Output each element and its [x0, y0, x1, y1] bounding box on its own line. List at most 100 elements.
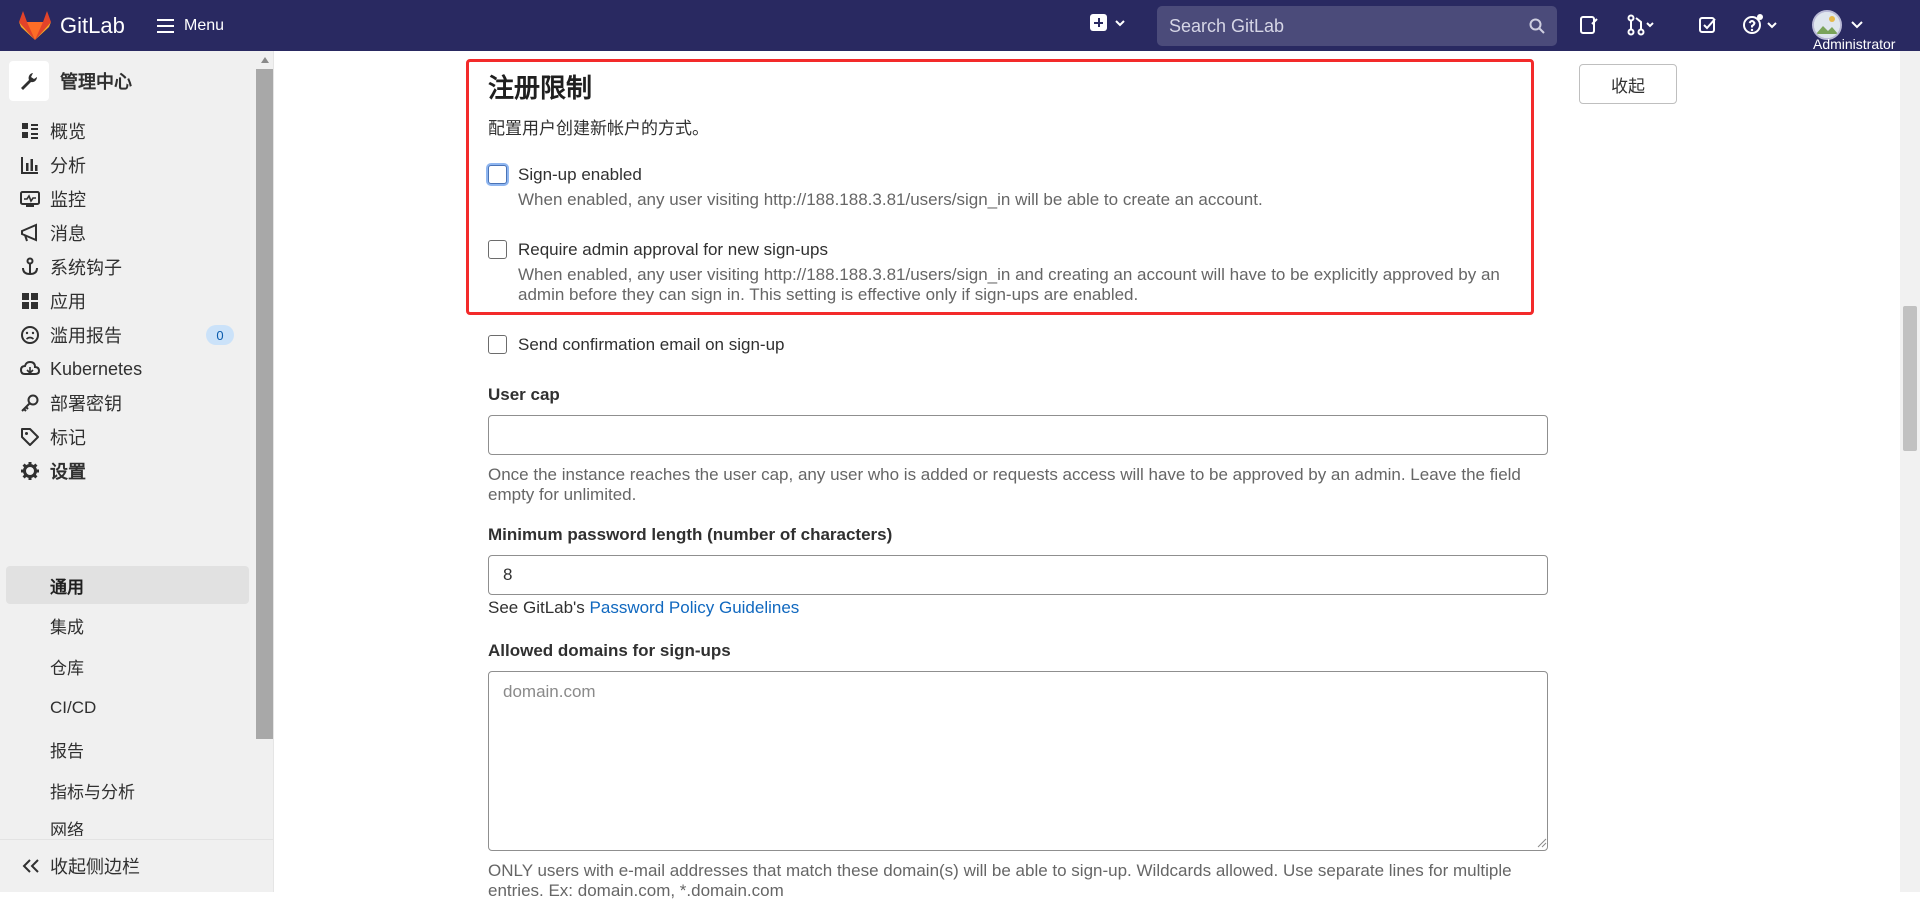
kubernetes-icon — [20, 360, 40, 375]
key-icon — [21, 394, 39, 412]
sidebar-subitem-metrics[interactable]: 指标与分析 — [6, 771, 249, 809]
double-chevron-left-icon — [22, 859, 39, 873]
min-password-help-prefix: See GitLab's — [488, 598, 590, 617]
messages-icon — [21, 223, 37, 242]
collapse-sidebar-label: 收起侧边栏 — [50, 857, 140, 877]
sidebar-item-abuse-reports[interactable]: 滥用报告 0 — [6, 316, 249, 354]
sidebar-item-applications[interactable]: 应用 — [6, 282, 249, 320]
plus-icon — [1090, 14, 1107, 31]
sidebar-subitem-reports[interactable]: 报告 — [6, 730, 249, 768]
allowed-domains-textarea[interactable] — [488, 671, 1548, 851]
sidebar-header[interactable]: 管理中心 — [9, 61, 132, 101]
allowed-domains-help-line1: ONLY users with e-mail addresses that ma… — [488, 861, 1512, 880]
sidebar-item-system-hooks[interactable]: 系统钩子 — [6, 248, 249, 286]
admin-area-icon — [9, 61, 49, 101]
resize-grip-icon[interactable] — [1537, 838, 1547, 848]
sidebar-subitem-label: 指标与分析 — [50, 782, 135, 802]
label-icon — [21, 428, 39, 446]
confirmation-email-checkbox[interactable] — [488, 335, 507, 354]
sidebar-item-label: 设置 — [50, 462, 86, 482]
sidebar-scrollbar-thumb[interactable] — [256, 69, 273, 739]
search-icon[interactable] — [1529, 18, 1545, 34]
menu-label: Menu — [184, 17, 225, 34]
merge-requests-icon[interactable] — [1626, 14, 1654, 36]
signup-enabled-label[interactable]: Sign-up enabled — [518, 165, 642, 185]
user-cap-help-line1: Once the instance reaches the user cap, … — [488, 465, 1521, 484]
sidebar-item-label: 监控 — [50, 190, 86, 210]
sidebar-item-label: Kubernetes — [50, 358, 143, 379]
sidebar-subitem-label: 仓库 — [50, 658, 84, 678]
sidebar-subitem-general[interactable]: 通用 — [6, 566, 249, 604]
applications-icon — [22, 293, 38, 309]
admin-approval-checkbox[interactable] — [488, 240, 507, 259]
admin-approval-help-line2: admin before they can sign in. This sett… — [518, 285, 1139, 304]
sidebar-item-label: 分析 — [50, 156, 86, 176]
sidebar-subitem-repository[interactable]: 仓库 — [6, 647, 249, 685]
sidebar-subitem-label: 报告 — [50, 741, 84, 761]
chevron-down-icon — [1115, 19, 1125, 26]
analytics-icon — [21, 157, 38, 174]
user-cap-help-line2: empty for unlimited. — [488, 485, 637, 504]
abuse-reports-icon — [21, 326, 39, 344]
sidebar-item-deploy-keys[interactable]: 部署密钥 — [6, 384, 249, 422]
section-title: 注册限制 — [488, 73, 593, 103]
user-avatar-icon — [1814, 12, 1840, 38]
user-cap-label: User cap — [488, 385, 560, 404]
signup-enabled-checkbox[interactable] — [488, 165, 507, 184]
sidebar-item-label: 应用 — [50, 292, 86, 312]
user-menu-chevron-icon[interactable] — [1851, 20, 1863, 30]
sidebar-subitem-label: CI/CD — [50, 698, 97, 717]
sidebar-item-analytics[interactable]: 分析 — [6, 146, 249, 184]
section-collapse-button[interactable]: 收起 — [1579, 64, 1677, 104]
sidebar-item-monitor[interactable]: 监控 — [6, 180, 249, 218]
min-password-label: Minimum password length (number of chara… — [488, 525, 893, 544]
collapse-sidebar-button[interactable]: 收起侧边栏 — [0, 839, 273, 892]
issues-icon[interactable] — [1578, 14, 1600, 36]
min-password-help: See GitLab's Password Policy Guidelines — [488, 598, 799, 618]
min-password-input[interactable] — [488, 555, 1548, 595]
hamburger-icon — [157, 19, 174, 33]
todo-icon[interactable] — [1697, 14, 1719, 36]
search-input[interactable] — [1157, 6, 1517, 46]
sidebar-item-settings[interactable]: 设置 — [6, 452, 249, 490]
sidebar-subitem-cicd[interactable]: CI/CD — [6, 689, 249, 727]
sidebar-item-label: 部署密钥 — [50, 394, 122, 414]
allowed-domains-label: Allowed domains for sign-ups — [488, 641, 731, 660]
sidebar-item-labels[interactable]: 标记 — [6, 418, 249, 456]
sidebar-item-label: 标记 — [50, 428, 86, 448]
allowed-domains-help-line2: entries. Ex: domain.com, *.domain.com — [488, 881, 784, 900]
sidebar: 管理中心 概览 分析 监控 消息 系统钩子 应用 滥用报告 0 Kubernet… — [0, 51, 274, 892]
page-scrollbar-thumb[interactable] — [1903, 306, 1917, 451]
menu-button[interactable]: Menu — [157, 13, 224, 39]
brand-name[interactable]: GitLab — [60, 13, 125, 39]
page-scrollbar[interactable] — [1900, 51, 1920, 892]
hook-icon — [22, 257, 38, 276]
sidebar-item-overview[interactable]: 概览 — [6, 112, 249, 150]
sidebar-subitem-integrations[interactable]: 集成 — [6, 606, 249, 644]
sidebar-item-kubernetes[interactable]: Kubernetes — [6, 350, 249, 388]
sidebar-item-messages[interactable]: 消息 — [6, 214, 249, 252]
settings-icon — [21, 462, 39, 480]
monitor-icon — [20, 191, 40, 207]
sidebar-scrollbar[interactable] — [256, 69, 273, 789]
new-dropdown-button[interactable] — [1090, 14, 1125, 31]
user-cap-input[interactable] — [488, 415, 1548, 455]
sidebar-item-label: 概览 — [50, 122, 86, 142]
help-icon[interactable] — [1742, 14, 1780, 36]
abuse-reports-count-badge: 0 — [206, 325, 234, 345]
sidebar-item-label: 消息 — [50, 224, 86, 244]
sidebar-subitem-label: 网络 — [50, 821, 84, 836]
signup-enabled-help: When enabled, any user visiting http://1… — [518, 190, 1263, 209]
sidebar-scroll-up-arrow-icon[interactable] — [261, 57, 269, 63]
overview-icon — [22, 123, 38, 139]
admin-approval-label[interactable]: Require admin approval for new sign-ups — [518, 240, 828, 260]
sidebar-item-label: 滥用报告 — [50, 326, 122, 346]
sidebar-subitem-label: 集成 — [50, 617, 84, 637]
top-navbar: GitLab Menu Search GitLab Administrator — [0, 0, 1920, 52]
search-box[interactable] — [1157, 6, 1557, 46]
sidebar-subitem-network[interactable]: 网络 — [6, 808, 249, 836]
admin-approval-help-line1: When enabled, any user visiting http://1… — [518, 265, 1500, 284]
password-policy-link[interactable]: Password Policy Guidelines — [590, 598, 800, 617]
gitlab-logo-icon[interactable] — [18, 10, 52, 41]
confirmation-email-label[interactable]: Send confirmation email on sign-up — [518, 335, 784, 355]
